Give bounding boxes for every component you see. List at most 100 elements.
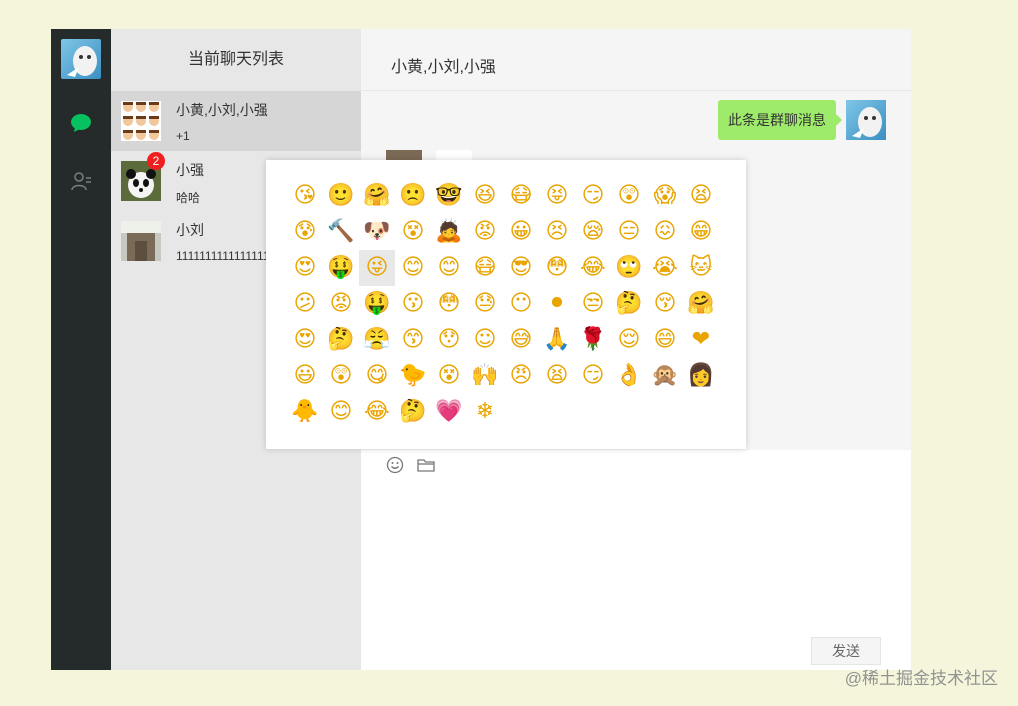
chat-title: 小黄,小刘,小强 <box>391 59 496 76</box>
emoji-item[interactable]: 😪 <box>575 214 611 250</box>
emoji-item[interactable]: 🙁 <box>395 178 431 214</box>
emoji-item[interactable]: 👩 <box>683 358 719 394</box>
emoji-item[interactable]: 🔨 <box>323 214 359 250</box>
emoji-item[interactable]: 😱 <box>647 178 683 214</box>
emoji-item[interactable]: 😕 <box>287 286 323 322</box>
conversation-name: 小黄,小刘,小强 <box>176 102 268 118</box>
emoji-icon[interactable] <box>385 455 405 475</box>
emoji-item[interactable]: 🙇 <box>431 214 467 250</box>
emoji-item[interactable]: 😡 <box>467 214 503 250</box>
emoji-item[interactable]: 😂 <box>359 394 395 430</box>
conversation-item[interactable]: 小黄,小刘,小强 +1 <box>111 91 361 151</box>
emoji-item[interactable]: 😡 <box>323 286 359 322</box>
conversation-name: 小强 <box>176 162 204 178</box>
emoji-item[interactable]: 😝 <box>539 178 575 214</box>
emoji-item[interactable]: ☺ <box>467 322 503 358</box>
emoji-item[interactable]: 🤓 <box>431 178 467 214</box>
emoji-item[interactable]: 😵 <box>431 358 467 394</box>
contacts-icon[interactable] <box>69 169 93 193</box>
emoji-item[interactable]: 😳 <box>431 286 467 322</box>
emoji-item[interactable]: 😖 <box>647 214 683 250</box>
emoji-item[interactable]: 😂 <box>575 250 611 286</box>
emoji-item[interactable]: 😆 <box>467 178 503 214</box>
emoji-grid: 😘 🙂 🤗 🙁 🤓 😆 😷 😝 😏 😲 😱 😫 😰 🔨 🐶 😵 🙇 😡 😀 😣 😪 😑 😖 😁 😍 🤑 😜 😊 😊 😷 😎 😳 😂 🙄 😭 🐱 😕 😡 🤑 😗… <box>287 178 727 430</box>
chat-header: 小黄,小刘,小强 <box>361 29 911 91</box>
emoji-item[interactable]: 😏 <box>575 358 611 394</box>
folder-icon[interactable] <box>416 455 436 475</box>
emoji-item[interactable]: 😓 <box>467 286 503 322</box>
emoji-item[interactable]: 🤔 <box>611 286 647 322</box>
emoji-item[interactable]: 😘 <box>287 178 323 214</box>
left-rail <box>51 29 111 670</box>
emoji-item[interactable]: 😯 <box>431 322 467 358</box>
emoji-item[interactable]: 😋 <box>359 358 395 394</box>
compose-area: 发送 <box>361 450 911 670</box>
emoji-item[interactable]: 😎 <box>503 250 539 286</box>
emoji-item[interactable]: 🤔 <box>395 394 431 430</box>
conversation-last-message: +1 <box>176 129 190 143</box>
emoji-item[interactable]: 😳 <box>539 250 575 286</box>
emoji-item[interactable]: 😲 <box>611 178 647 214</box>
emoji-item[interactable]: 🤗 <box>683 286 719 322</box>
emoji-item[interactable]: 😏 <box>575 178 611 214</box>
emoji-item[interactable]: 🌹 <box>575 322 611 358</box>
emoji-item[interactable]: 😄 <box>647 322 683 358</box>
emoji-item[interactable]: 😣 <box>539 214 575 250</box>
emoji-item[interactable]: 😤 <box>359 322 395 358</box>
emoji-item[interactable]: 😷 <box>467 250 503 286</box>
emoji-item[interactable]: 😑 <box>611 214 647 250</box>
emoji-item[interactable]: 😊 <box>431 250 467 286</box>
emoji-item[interactable]: 💗 <box>431 394 467 430</box>
emoji-item[interactable]: 😰 <box>287 214 323 250</box>
emoji-item[interactable]: 🙄 <box>611 250 647 286</box>
emoji-item[interactable]: 🐤 <box>395 358 431 394</box>
emoji-item[interactable]: 🤑 <box>359 286 395 322</box>
emoji-item[interactable]: 😁 <box>683 214 719 250</box>
chat-icon[interactable] <box>69 111 93 135</box>
emoji-item[interactable]: ❤ <box>683 322 719 358</box>
emoji-item[interactable]: 😫 <box>539 358 575 394</box>
group-avatar <box>121 101 161 141</box>
emoji-item[interactable]: 🐥 <box>287 394 323 430</box>
emoji-item[interactable]: 🙌 <box>467 358 503 394</box>
emoji-item[interactable]: 😃 <box>287 358 323 394</box>
conversation-list-title: 当前聊天列表 <box>187 51 284 68</box>
send-button[interactable]: 发送 <box>811 637 881 665</box>
emoji-item[interactable]: ❄ <box>467 394 503 430</box>
emoji-item[interactable]: 🤔 <box>323 322 359 358</box>
emoji-item[interactable]: 🤗 <box>359 178 395 214</box>
conversation-name: 小刘 <box>176 222 204 238</box>
emoji-item[interactable]: 😗 <box>395 286 431 322</box>
emoji-item[interactable]: 🙊 <box>647 358 683 394</box>
emoji-item[interactable]: 😲 <box>323 358 359 394</box>
emoji-item[interactable]: 🤑 <box>323 250 359 286</box>
emoji-item[interactable]: 😷 <box>503 178 539 214</box>
emoji-item[interactable]: 🙏 <box>539 322 575 358</box>
tree-avatar <box>121 221 161 261</box>
emoji-item[interactable]: 😒 <box>575 286 611 322</box>
emoji-item[interactable]: 🙂 <box>323 178 359 214</box>
emoji-item[interactable]: 👌 <box>611 358 647 394</box>
emoji-item[interactable]: ⚫ <box>539 286 575 322</box>
emoji-item[interactable]: 😚 <box>647 286 683 322</box>
emoji-item[interactable]: 😜 <box>359 250 395 286</box>
emoji-item[interactable]: 😙 <box>395 322 431 358</box>
emoji-item[interactable]: 😵 <box>395 214 431 250</box>
emoji-item[interactable]: 😍 <box>287 322 323 358</box>
emoji-item[interactable]: 😅 <box>503 322 539 358</box>
emoji-item[interactable]: 😫 <box>683 178 719 214</box>
emoji-item[interactable]: 😭 <box>647 250 683 286</box>
emoji-item[interactable]: 😍 <box>287 250 323 286</box>
emoji-item[interactable]: 😀 <box>503 214 539 250</box>
emoji-item[interactable]: 🐶 <box>359 214 395 250</box>
watermark: @稀土掘金技术社区 <box>844 669 998 688</box>
emoji-item[interactable]: 😶 <box>503 286 539 322</box>
message-bubble[interactable]: 此条是群聊消息 <box>718 100 842 140</box>
emoji-item[interactable]: 😊 <box>323 394 359 430</box>
emoji-item[interactable]: 😊 <box>395 250 431 286</box>
emoji-item[interactable]: 😠 <box>503 358 539 394</box>
emoji-item[interactable]: 🐱 <box>683 250 719 286</box>
emoji-item[interactable]: 😌 <box>611 322 647 358</box>
user-avatar[interactable] <box>61 39 101 79</box>
message-avatar <box>846 100 886 140</box>
